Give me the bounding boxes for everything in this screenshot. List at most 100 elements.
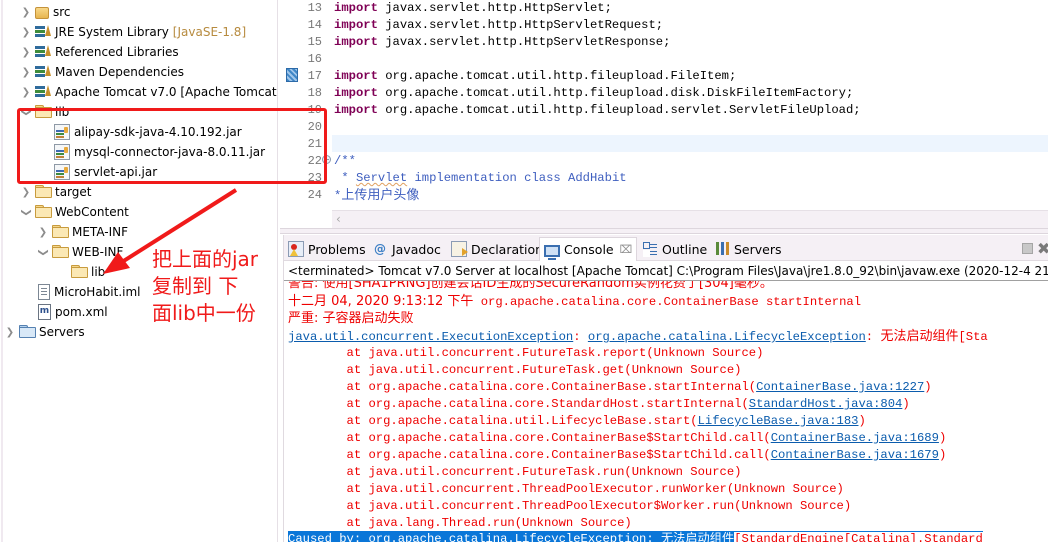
console-line: 十二月 04, 2020 9:13:12 下午 org.apache.catal… [288, 293, 861, 310]
code-line: import javax.servlet.http.HttpServlet; [334, 0, 612, 17]
stack-frame: at java.lang.Thread.run(Unknown Source) [288, 515, 632, 532]
line-number: 18 [307, 86, 322, 100]
source-link[interactable]: ContainerBase.java:1227 [756, 380, 924, 394]
chevron-right-icon[interactable]: ❯ [4, 327, 16, 338]
annotation-text: 面lib中一份 [152, 301, 256, 325]
tab-label: Declaration [471, 241, 544, 257]
tab-problems[interactable]: Problems [288, 237, 366, 261]
line-number: 15 [307, 35, 322, 49]
maven-pom-icon: m [38, 304, 51, 320]
folder-icon [35, 204, 52, 220]
tree-item-src[interactable]: ❯ src [20, 2, 71, 22]
code-editor[interactable]: − 13 14 15 16 17 18 19 20 21 22 23 24 im… [280, 0, 1048, 228]
problems-icon [288, 241, 304, 257]
stack-frame: at java.util.concurrent.ThreadPoolExecut… [288, 481, 844, 498]
source-link[interactable]: ContainerBase.java:1689 [771, 431, 939, 445]
code-text: org.apache.tomcat.util.http.fileupload.d… [377, 86, 854, 100]
stack-frame-text: at java.util.concurrent.ThreadPoolExecut… [288, 482, 844, 496]
warning-text: 警告: 使用[SHA1PRNG]创建会话ID生成的SecureRandom实例花… [288, 281, 773, 291]
chevron-down-icon[interactable]: ❯ [21, 206, 32, 218]
stack-frame-text: at org.apache.catalina.core.ContainerBas… [288, 431, 771, 445]
annotation-text: 把上面的jar [152, 247, 259, 271]
keyword: import [334, 1, 378, 15]
chevron-right-icon[interactable]: ❯ [20, 27, 32, 38]
tree-item-webcontent[interactable]: ❯ WebContent [20, 202, 129, 222]
stack-frame-text: at org.apache.catalina.util.LifecycleBas… [288, 414, 698, 428]
code-line: import org.apache.tomcat.util.http.fileu… [334, 102, 861, 119]
code-line: import javax.servlet.http.HttpServletReq… [334, 17, 663, 34]
chevron-right-icon[interactable]: ❯ [20, 67, 32, 78]
tree-item-label: Maven Dependencies [55, 65, 185, 79]
stack-frame: at java.util.concurrent.FutureTask.get(U… [288, 362, 742, 379]
chevron-right-icon[interactable]: ❯ [20, 7, 32, 18]
tree-item-apache-tomcat[interactable]: ❯ Apache Tomcat v7.0 [Apache Tomcat [20, 82, 277, 102]
jre-version-decoration: [JavaSE-1.8] [172, 25, 247, 39]
close-view-icon[interactable]: ✖ [1037, 239, 1048, 258]
current-line-highlight [332, 135, 1048, 152]
chevron-right-icon[interactable]: ❯ [37, 227, 49, 238]
keyword: import [334, 69, 378, 83]
bookmark-icon[interactable] [286, 68, 298, 82]
stack-frame-text: ) [938, 448, 947, 462]
console-output[interactable]: 警告: 使用[SHA1PRNG]创建会话ID生成的SecureRandom实例花… [284, 281, 1048, 542]
tree-item-pom-xml[interactable]: m pom.xml [38, 302, 108, 322]
library-icon [35, 24, 51, 40]
tree-item-meta-inf[interactable]: ❯ META-INF [37, 222, 128, 242]
annotation-highlight-box [17, 108, 327, 184]
stack-frame-text: at org.apache.catalina.core.ContainerBas… [288, 380, 757, 394]
tab-declaration[interactable]: Declaration [451, 237, 543, 261]
tab-javadoc[interactable]: @ Javadoc [372, 237, 441, 261]
tab-outline[interactable]: Outline [642, 237, 707, 261]
separator: : [865, 330, 881, 344]
folder-icon [71, 264, 88, 280]
chevron-right-icon[interactable]: ❯ [20, 47, 32, 58]
error-message: [Sta [958, 330, 988, 344]
library-icon [35, 44, 51, 60]
keyword: import [334, 35, 378, 49]
exception-link[interactable]: org.apache.catalina.LifecycleException [588, 330, 866, 344]
stack-frame-text: ) [924, 380, 932, 394]
selected-text: Caused by: org.apache.catalina.Lifecycle… [288, 532, 735, 542]
tab-label: Outline [662, 241, 708, 257]
tree-item-servers[interactable]: ❯ Servers [4, 322, 85, 342]
tree-item-target[interactable]: ❯ target [20, 182, 92, 202]
stack-frame-text: at java.util.concurrent.ThreadPoolExecut… [288, 499, 852, 513]
code-line: *上传用户头像 [334, 187, 419, 204]
horizontal-scrollbar[interactable]: ‹ [332, 210, 1048, 228]
scroll-left-icon[interactable]: ‹ [336, 212, 341, 226]
chevron-down-icon[interactable]: ❯ [38, 246, 49, 258]
tab-console[interactable]: Console ⌧ [539, 237, 638, 261]
source-link[interactable]: LifecycleBase.java:183 [698, 414, 859, 428]
comment-text: /** [334, 154, 356, 168]
code-text: org.apache.tomcat.util.http.fileupload.s… [377, 103, 861, 117]
stack-frame: at org.apache.catalina.util.LifecycleBas… [288, 413, 866, 430]
line-number: 16 [307, 52, 322, 66]
source-link[interactable]: ContainerBase.java:1679 [771, 448, 939, 462]
tree-item-microhabit-iml[interactable]: MicroHabit.iml [38, 282, 141, 302]
stack-frame-text: at java.util.concurrent.FutureTask.run(U… [288, 465, 742, 479]
minimize-view-icon[interactable] [1022, 243, 1033, 254]
tree-item-web-inf[interactable]: ❯ WEB-INF [37, 242, 123, 262]
tree-item-jre-system-library[interactable]: ❯ JRE System Library [JavaSE-1.8] [20, 22, 246, 42]
folder-icon [35, 184, 52, 200]
tree-item-maven-dependencies[interactable]: ❯ Maven Dependencies [20, 62, 184, 82]
tree-item-referenced-libraries[interactable]: ❯ Referenced Libraries [20, 42, 179, 62]
code-line: /** [334, 153, 356, 170]
code-text: javax.servlet.http.HttpServletRequest; [377, 18, 664, 32]
servers-icon [714, 241, 730, 257]
tab-servers[interactable]: Servers [714, 237, 782, 261]
declaration-icon [451, 241, 468, 257]
spelling-warning: Servlet [355, 171, 408, 185]
chevron-right-icon[interactable]: ❯ [20, 187, 32, 198]
exception-link[interactable]: java.util.concurrent.ExecutionException [288, 330, 573, 344]
tree-item-web-inf-lib[interactable]: lib [71, 262, 105, 282]
tree-item-label: JRE System Library [55, 25, 169, 39]
close-tab-icon[interactable]: ⌧ [620, 243, 633, 256]
stack-frame-text: at org.apache.catalina.core.ContainerBas… [288, 448, 771, 462]
view-separator[interactable] [280, 228, 1048, 234]
file-icon [38, 284, 50, 300]
source-link[interactable]: StandardHost.java:804 [749, 397, 903, 411]
chevron-right-icon[interactable]: ❯ [20, 87, 32, 98]
outline-icon [642, 241, 658, 257]
tree-item-label: WebContent [55, 205, 129, 219]
